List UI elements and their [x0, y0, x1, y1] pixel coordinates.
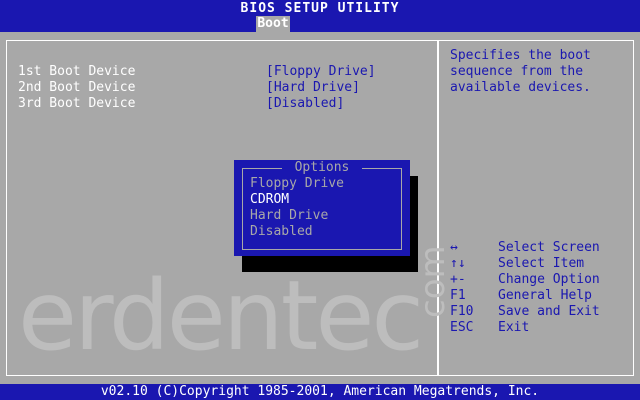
esc-key: ESC [450, 320, 474, 335]
f1-key: F1 [450, 288, 466, 303]
key-action: Select Screen [498, 240, 600, 255]
setting-row-2nd-boot-device[interactable]: 2nd Boot Device [Hard Drive] [18, 80, 418, 96]
watermark-suffix: com [413, 245, 453, 318]
key-action: Select Item [498, 256, 585, 271]
tab-boot[interactable]: Boot [256, 16, 290, 32]
key-action: General Help [498, 288, 592, 303]
up-down-arrow-icon: ↑↓ [450, 256, 466, 271]
key-hint-change-option: +- Change Option [450, 272, 630, 288]
bios-title: BIOS SETUP UTILITY [240, 1, 400, 16]
key-action: Save and Exit [498, 304, 600, 319]
popup-option-cdrom[interactable]: CDROM [250, 192, 289, 208]
setting-row-3rd-boot-device[interactable]: 3rd Boot Device [Disabled] [18, 96, 418, 112]
setting-label: 3rd Boot Device [18, 96, 136, 111]
key-hint-general-help: F1 General Help [450, 288, 630, 304]
key-hint-save-and-exit: F10 Save and Exit [450, 304, 630, 320]
popup-option-hard-drive[interactable]: Hard Drive [250, 208, 328, 224]
popup-title: Options [282, 161, 362, 175]
copyright-footer: v02.10 (C)Copyright 1985-2001, American … [0, 384, 640, 400]
key-hint-select-screen: ↔ Select Screen [450, 240, 630, 256]
key-action: Exit [498, 320, 530, 335]
setting-value[interactable]: [Disabled] [266, 96, 344, 112]
help-description: Specifies the boot sequence from the ava… [450, 48, 591, 95]
plus-minus-key: +- [450, 272, 466, 287]
setting-label: 2nd Boot Device [18, 80, 136, 95]
setting-label: 1st Boot Device [18, 64, 136, 79]
setting-row-1st-boot-device[interactable]: 1st Boot Device [Floppy Drive] [18, 64, 418, 80]
left-right-arrow-icon: ↔ [450, 240, 458, 255]
key-hint-select-item: ↑↓ Select Item [450, 256, 630, 272]
header-bar: BIOS SETUP UTILITY Boot [0, 0, 640, 32]
watermark-text: erdentec [18, 260, 424, 372]
key-action: Change Option [498, 272, 600, 287]
popup-option-floppy-drive[interactable]: Floppy Drive [250, 176, 344, 192]
popup-option-disabled[interactable]: Disabled [250, 224, 313, 240]
setting-value[interactable]: [Floppy Drive] [266, 64, 376, 80]
f10-key: F10 [450, 304, 474, 319]
setting-value[interactable]: [Hard Drive] [266, 80, 360, 96]
key-hint-exit: ESC Exit [450, 320, 630, 336]
watermark-logo: erdentec com [18, 245, 453, 364]
options-popup: Options Floppy Drive CDROM Hard Drive Di… [234, 160, 410, 256]
